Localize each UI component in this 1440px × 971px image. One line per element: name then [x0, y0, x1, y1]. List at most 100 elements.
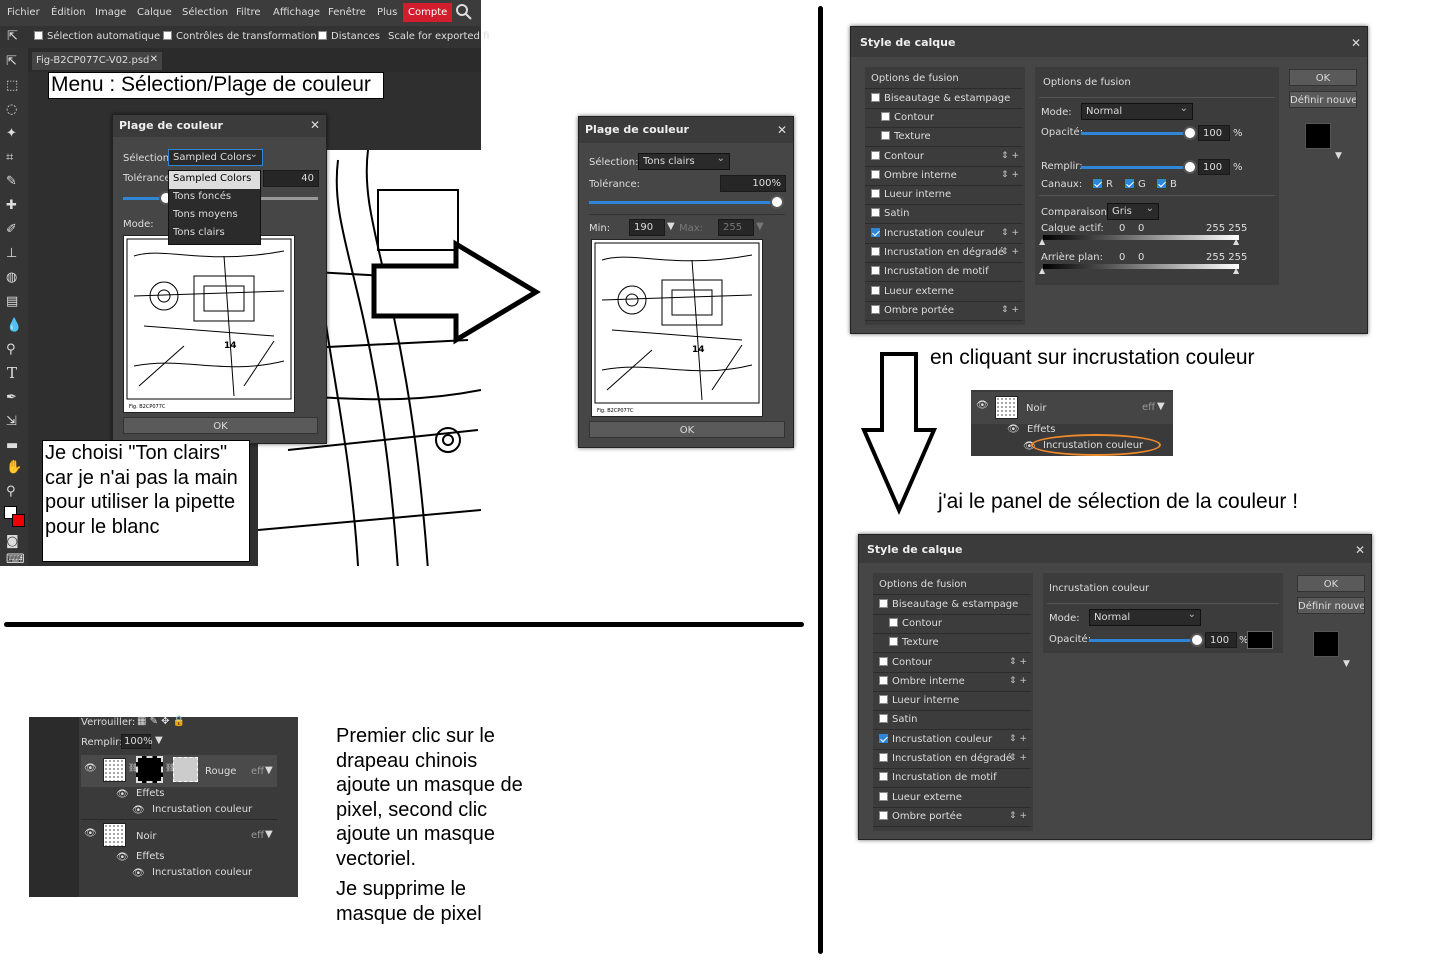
healing-icon[interactable]: ✚: [6, 198, 17, 213]
close-icon[interactable]: ✕: [1355, 543, 1365, 557]
gradient-icon[interactable]: ▤: [6, 294, 18, 309]
reorder-add-icon[interactable]: ⇕ +: [1009, 657, 1027, 667]
menu-fenetre[interactable]: Fenêtre: [328, 7, 366, 18]
list-item[interactable]: Contour ⇕ +: [865, 148, 1023, 167]
define-new-button[interactable]: Définir nouvea: [1297, 597, 1365, 614]
slider-handle-right-icon[interactable]: ▲: [1233, 266, 1239, 275]
tolerance-input[interactable]: 40: [263, 170, 319, 187]
underlying-gradient-slider[interactable]: [1043, 264, 1239, 269]
eyedropper-icon[interactable]: ✎: [6, 174, 17, 189]
menu-compte[interactable]: Compte: [403, 3, 453, 22]
option-sampled-colors[interactable]: Sampled Colors: [169, 171, 260, 189]
ok-button[interactable]: OK: [123, 417, 318, 434]
opacity-slider[interactable]: [1081, 132, 1189, 135]
menu-image[interactable]: Image: [95, 7, 126, 18]
blend-options-header[interactable]: Options de fusion: [873, 573, 1031, 595]
layer-row-noir[interactable]: 👁 Noir eff ▼: [81, 819, 277, 851]
eye-icon[interactable]: 👁: [116, 852, 129, 863]
reorder-add-icon[interactable]: ⇕ +: [1001, 305, 1019, 315]
fill-slider[interactable]: [1081, 166, 1189, 169]
eye-icon[interactable]: 👁: [84, 763, 97, 774]
selection-dropdown[interactable]: Sampled Colors: [168, 149, 263, 166]
list-item[interactable]: Texture: [865, 128, 1023, 147]
opacity-slider[interactable]: [1089, 639, 1197, 642]
menu-edition[interactable]: Édition: [51, 7, 86, 18]
list-item[interactable]: Incrustation de motif: [873, 769, 1031, 788]
document-tab[interactable]: Fig-B2CP077C-V02.psd ✕: [32, 52, 162, 70]
list-item[interactable]: Incrustation de motif: [865, 263, 1023, 282]
chevron-down-icon[interactable]: ▼: [1157, 401, 1165, 412]
option-tons-clairs[interactable]: Tons clairs: [169, 225, 260, 243]
list-item[interactable]: Ombre interne ⇕ +: [873, 673, 1031, 692]
background-color-swatch[interactable]: [12, 514, 25, 527]
lasso-icon[interactable]: ◌: [6, 102, 17, 117]
fill-arrow-icon[interactable]: ▼: [155, 735, 163, 746]
effects-toggle[interactable]: eff: [1142, 402, 1155, 413]
min-arrow-icon[interactable]: ▼: [667, 221, 675, 232]
channel-r-checkbox[interactable]: R: [1093, 179, 1113, 190]
menu-calque[interactable]: Calque: [137, 7, 172, 18]
close-icon[interactable]: ✕: [777, 123, 787, 137]
lock-icons[interactable]: ▦ ✎ ✥ 🔒: [137, 716, 185, 727]
effect-item[interactable]: Incrustation couleur: [152, 867, 252, 878]
opacity-input[interactable]: 100: [1198, 125, 1230, 141]
list-item[interactable]: Lueur interne: [873, 692, 1031, 711]
list-item[interactable]: Satin: [865, 205, 1023, 224]
keyboard-icon[interactable]: ⌨: [6, 552, 25, 567]
eye-icon[interactable]: 👁: [976, 400, 989, 411]
selection-dropdown[interactable]: Tons clairs: [638, 153, 730, 170]
tolerance-slider-fill[interactable]: [589, 201, 779, 204]
type-icon[interactable]: T: [7, 364, 17, 382]
slider-handle-left-icon[interactable]: ▲: [1039, 266, 1045, 275]
define-new-button[interactable]: Définir nouvea: [1289, 91, 1357, 108]
list-item[interactable]: Biseautage & estampage: [865, 90, 1023, 109]
list-item[interactable]: Contour ⇕ +: [873, 654, 1031, 673]
list-item[interactable]: Incrustation couleur ⇕ +: [865, 225, 1023, 244]
overlay-color-swatch[interactable]: [1247, 631, 1273, 649]
reorder-add-icon[interactable]: ⇕ +: [1009, 811, 1027, 821]
fill-input[interactable]: 100: [1198, 159, 1230, 175]
preview-menu-arrow-icon[interactable]: ▼: [1343, 659, 1350, 669]
list-item[interactable]: Lueur interne: [865, 186, 1023, 205]
chevron-down-icon[interactable]: ▼: [265, 829, 273, 840]
eye-icon[interactable]: 👁: [84, 828, 97, 839]
fill-slider-knob[interactable]: [1183, 160, 1197, 174]
chevron-down-icon[interactable]: ▼: [265, 765, 273, 776]
effects-toggle[interactable]: eff: [251, 830, 264, 841]
list-item[interactable]: Satin: [873, 711, 1031, 730]
max-input[interactable]: 255: [718, 219, 754, 236]
zoom-icon[interactable]: ⚲: [6, 484, 16, 499]
reorder-add-icon[interactable]: ⇕ +: [1001, 170, 1019, 180]
magic-wand-icon[interactable]: ✦: [6, 126, 17, 141]
preview-menu-arrow-icon[interactable]: ▼: [1335, 151, 1342, 161]
opacity-slider-knob[interactable]: [1190, 633, 1204, 647]
stamp-icon[interactable]: ⊥: [6, 246, 17, 261]
list-item[interactable]: Incrustation en dégradé ⇕ +: [873, 750, 1031, 769]
auto-select-checkbox[interactable]: Sélection automatique: [34, 31, 160, 42]
transform-checkbox[interactable]: Contrôles de transformation: [163, 31, 317, 42]
reorder-add-icon[interactable]: ⇕ +: [1009, 753, 1027, 763]
list-item[interactable]: Lueur externe: [865, 283, 1023, 302]
channel-g-checkbox[interactable]: G: [1125, 179, 1146, 190]
eye-icon[interactable]: 👁: [116, 789, 129, 800]
max-arrow-icon[interactable]: ▼: [756, 221, 764, 232]
search-icon[interactable]: [456, 4, 472, 20]
vector-mask-thumbnail[interactable]: [173, 757, 198, 782]
mode-dropdown[interactable]: Normal: [1081, 103, 1193, 120]
list-item[interactable]: Contour: [865, 109, 1023, 128]
brush-icon[interactable]: ✐: [6, 222, 17, 237]
min-input[interactable]: 190: [629, 219, 665, 236]
move-tool-icon[interactable]: ⇱: [7, 29, 18, 44]
list-item[interactable]: Incrustation en dégradé ⇕ +: [865, 244, 1023, 263]
blur-icon[interactable]: 💧: [6, 318, 22, 333]
layer-row[interactable]: 👁 Noir eff ▼: [971, 392, 1173, 424]
ok-button[interactable]: OK: [1289, 69, 1357, 86]
list-item[interactable]: Texture: [873, 634, 1031, 653]
compare-dropdown[interactable]: Gris: [1107, 203, 1159, 220]
effect-item[interactable]: Incrustation couleur: [152, 804, 252, 815]
menu-filtre[interactable]: Filtre: [236, 7, 261, 18]
crop-icon[interactable]: ⌗: [6, 150, 13, 165]
layer-row-rouge[interactable]: 👁 ⛓ ⛓ Rouge eff ▼: [81, 755, 277, 787]
pixel-mask-thumbnail[interactable]: [136, 756, 163, 783]
reorder-add-icon[interactable]: ⇕ +: [1009, 676, 1027, 686]
